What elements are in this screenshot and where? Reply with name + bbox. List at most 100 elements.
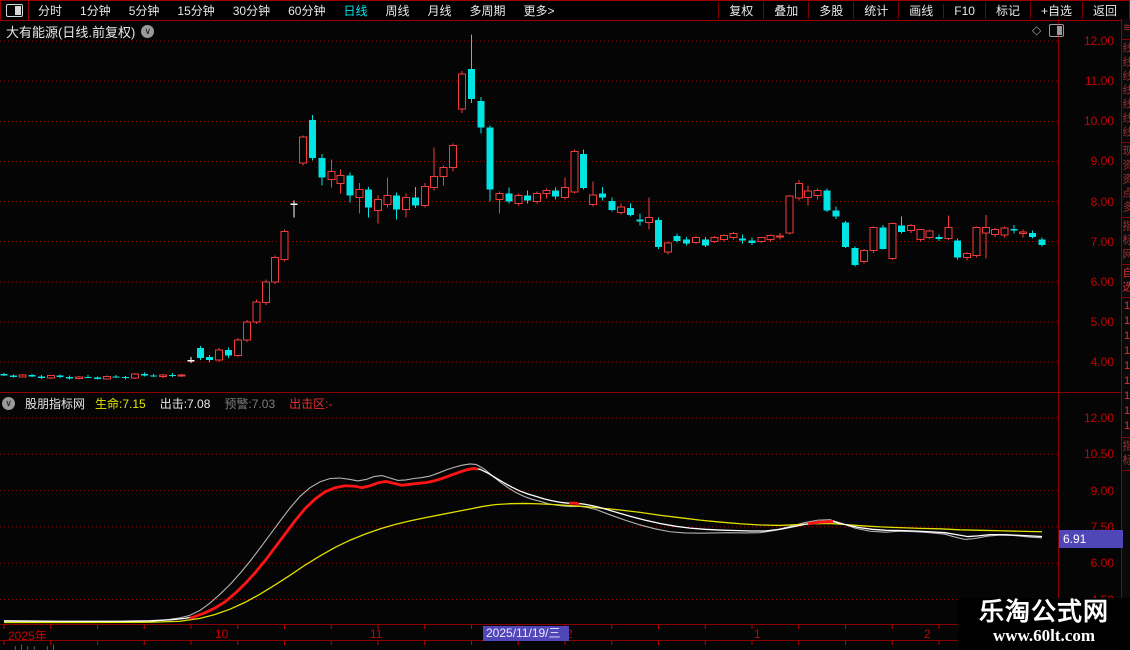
period-tab-60分钟[interactable]: 60分钟	[279, 2, 334, 19]
axis-label: 8.00	[1090, 194, 1114, 209]
sidebar-strip-section[interactable]: 自选	[1122, 265, 1130, 298]
action-button-多股[interactable]: 多股	[808, 2, 853, 19]
action-button-复权[interactable]: 复权	[718, 2, 763, 19]
candle	[561, 186, 569, 198]
action-button-返回[interactable]: 返回	[1081, 2, 1127, 19]
candle	[626, 207, 634, 216]
candle	[495, 192, 504, 200]
candle	[158, 374, 167, 377]
sidebar-strip-section[interactable]: 线线线线线线线	[1122, 40, 1130, 143]
axis-label: 12.00	[1083, 411, 1114, 425]
candle	[1038, 239, 1046, 245]
candle	[963, 253, 972, 259]
candle	[663, 242, 672, 253]
candle	[318, 158, 326, 178]
chevron-down-icon[interactable]: ∨	[141, 25, 155, 38]
candle	[84, 376, 92, 378]
candle	[691, 237, 700, 243]
sidebar-strip-section[interactable]: 指标网	[1122, 218, 1130, 265]
candle	[570, 151, 579, 193]
candle	[365, 189, 373, 208]
candle	[336, 174, 345, 184]
indicator-values: 生命:7.15 出击:7.08 预警:7.03 出击区:-	[95, 395, 332, 412]
candle	[719, 235, 728, 241]
candle	[196, 347, 204, 358]
sidebar-strip-section[interactable]: 指标	[1122, 438, 1130, 471]
candle	[580, 153, 588, 188]
attack-signal-segment	[189, 466, 479, 620]
candle	[224, 349, 232, 356]
period-tab-月线[interactable]: 月线	[419, 2, 461, 19]
sidebar-strip-section[interactable]: 现资资点多	[1122, 143, 1130, 218]
candle	[823, 190, 831, 211]
candle	[935, 236, 943, 240]
candle	[851, 248, 859, 265]
trading-app-window: 分时 1分钟 5分钟 15分钟 30分钟 60分钟 日线 周线 月线 多周期 更多> 复权 叠加 多股统…	[0, 0, 1130, 650]
candle	[505, 193, 513, 202]
candle	[1019, 231, 1028, 235]
candle	[168, 374, 176, 377]
candle	[122, 377, 130, 379]
action-button-F10[interactable]: F10	[943, 3, 985, 18]
candle	[215, 349, 224, 361]
candle	[309, 120, 317, 159]
period-tab-1分钟[interactable]: 1分钟	[71, 2, 120, 19]
period-tab-周线[interactable]: 周线	[376, 2, 418, 19]
candle	[954, 240, 962, 258]
chevron-down-icon[interactable]: ∨	[2, 397, 15, 410]
candle	[65, 377, 73, 379]
diamond-icon[interactable]: ◇	[1032, 23, 1041, 37]
candle	[701, 239, 709, 246]
candle	[524, 195, 532, 201]
candle	[383, 194, 392, 206]
candle	[898, 225, 906, 232]
candle	[766, 235, 775, 241]
period-tab-日线[interactable]: 日线	[334, 2, 376, 19]
period-tab-多周期[interactable]: 多周期	[461, 2, 515, 19]
candle	[299, 136, 308, 164]
slow-line	[4, 502, 1043, 624]
window-split-icon[interactable]	[6, 4, 23, 17]
candle	[514, 194, 523, 205]
period-tab-更多>[interactable]: 更多>	[515, 2, 564, 19]
candle	[468, 69, 475, 100]
action-button-标记[interactable]: 标记	[984, 2, 1030, 19]
right-sidebar-strip[interactable]: ≋ 线线线线线线线 现资资点多 指标网 自选 111111111 指标	[1121, 19, 1130, 650]
indicator-chart[interactable]	[0, 410, 1058, 624]
candle	[944, 227, 953, 239]
candle	[683, 239, 691, 244]
action-button-统计[interactable]: 统计	[853, 2, 898, 19]
axis-label: 10.00	[1083, 114, 1114, 129]
sidebar-strip-section[interactable]: ≋	[1122, 19, 1130, 40]
period-tab-分时[interactable]: 分时	[29, 2, 71, 19]
axis-label: 7.00	[1090, 234, 1114, 249]
action-button-+自选[interactable]: +自选	[1029, 2, 1082, 19]
panel-separator	[0, 392, 1121, 393]
period-tab-5分钟[interactable]: 5分钟	[120, 2, 169, 19]
indicator-header: ∨ 股朋指标网 生命:7.15 出击:7.08 预警:7.03 出击区:-	[2, 395, 332, 412]
axis-vertical-border	[1058, 19, 1059, 650]
candle	[972, 227, 981, 256]
candle	[46, 375, 55, 379]
period-tab-30分钟[interactable]: 30分钟	[224, 2, 279, 19]
candle	[636, 219, 644, 222]
price-chart[interactable]	[0, 19, 1058, 392]
action-button-画线[interactable]: 画线	[898, 2, 943, 19]
panel-toggle-icon[interactable]	[1049, 23, 1065, 37]
sidebar-strip-section[interactable]: 111111111	[1122, 298, 1130, 438]
candle	[906, 225, 915, 231]
candle	[346, 175, 354, 196]
action-button-叠加[interactable]: 叠加	[763, 2, 808, 19]
candle	[448, 144, 457, 168]
candle	[645, 217, 654, 223]
candle	[860, 249, 869, 263]
axis-label: 5.00	[1090, 314, 1114, 329]
candle	[102, 375, 111, 380]
candle	[729, 233, 738, 239]
candle	[879, 227, 887, 249]
period-tab-15分钟[interactable]: 15分钟	[168, 2, 223, 19]
candle	[74, 376, 83, 379]
chart-title-row: 大有能源(日线.前复权) ∨	[6, 22, 155, 41]
axis-label: 4.00	[1090, 355, 1114, 369]
candle	[130, 373, 139, 379]
